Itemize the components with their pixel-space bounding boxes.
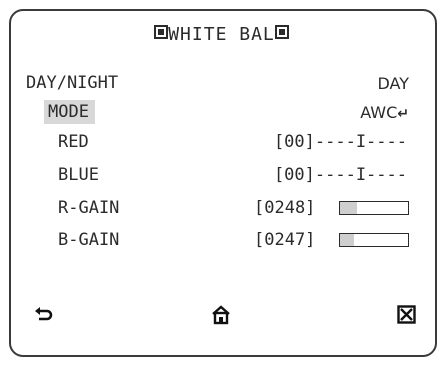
menu-title: WHITE BAL — [0, 24, 443, 45]
r-gain-value[interactable]: [0248] — [254, 198, 315, 218]
day-night-value[interactable]: DAY — [377, 74, 409, 93]
mode-value: AWC — [360, 103, 398, 122]
menu-item-day-night[interactable]: DAY/NIGHT — [26, 73, 118, 93]
mode-label: MODE — [44, 100, 95, 124]
day-night-label: DAY/NIGHT — [26, 73, 119, 93]
b-gain-value[interactable]: [0247] — [254, 230, 315, 250]
menu-item-mode[interactable]: MODE — [44, 100, 95, 124]
blue-label: BLUE — [58, 165, 99, 185]
r-gain-level-fill — [340, 202, 357, 214]
b-gain-label: B-GAIN — [58, 230, 120, 250]
blue-value[interactable]: [00]----I---- — [274, 165, 407, 185]
r-gain-label: R-GAIN — [58, 198, 120, 218]
back-arrow-icon-svg — [35, 307, 53, 321]
title-right-box-icon — [274, 25, 289, 39]
menu-item-blue[interactable]: BLUE — [58, 165, 99, 185]
b-gain-level-fill — [340, 234, 354, 246]
title-left-box-icon — [154, 25, 169, 39]
enter-icon: ↵ — [397, 106, 409, 122]
home-icon-svg — [212, 305, 230, 325]
menu-item-r-gain[interactable]: R-GAIN — [58, 198, 119, 218]
menu-item-red[interactable]: RED — [58, 132, 89, 152]
menu-item-b-gain[interactable]: B-GAIN — [58, 230, 119, 250]
back-arrow-icon[interactable] — [34, 305, 54, 330]
close-box-icon-svg — [397, 305, 416, 324]
home-icon[interactable] — [211, 305, 231, 330]
mode-value-group[interactable]: AWC↵ — [360, 103, 409, 122]
close-box-icon[interactable] — [397, 305, 416, 329]
title-text: WHITE BAL — [168, 24, 275, 45]
r-gain-level-bar[interactable] — [339, 201, 409, 215]
red-label: RED — [58, 132, 89, 152]
red-value[interactable]: [00]----I---- — [274, 132, 407, 152]
b-gain-level-bar[interactable] — [339, 233, 409, 247]
